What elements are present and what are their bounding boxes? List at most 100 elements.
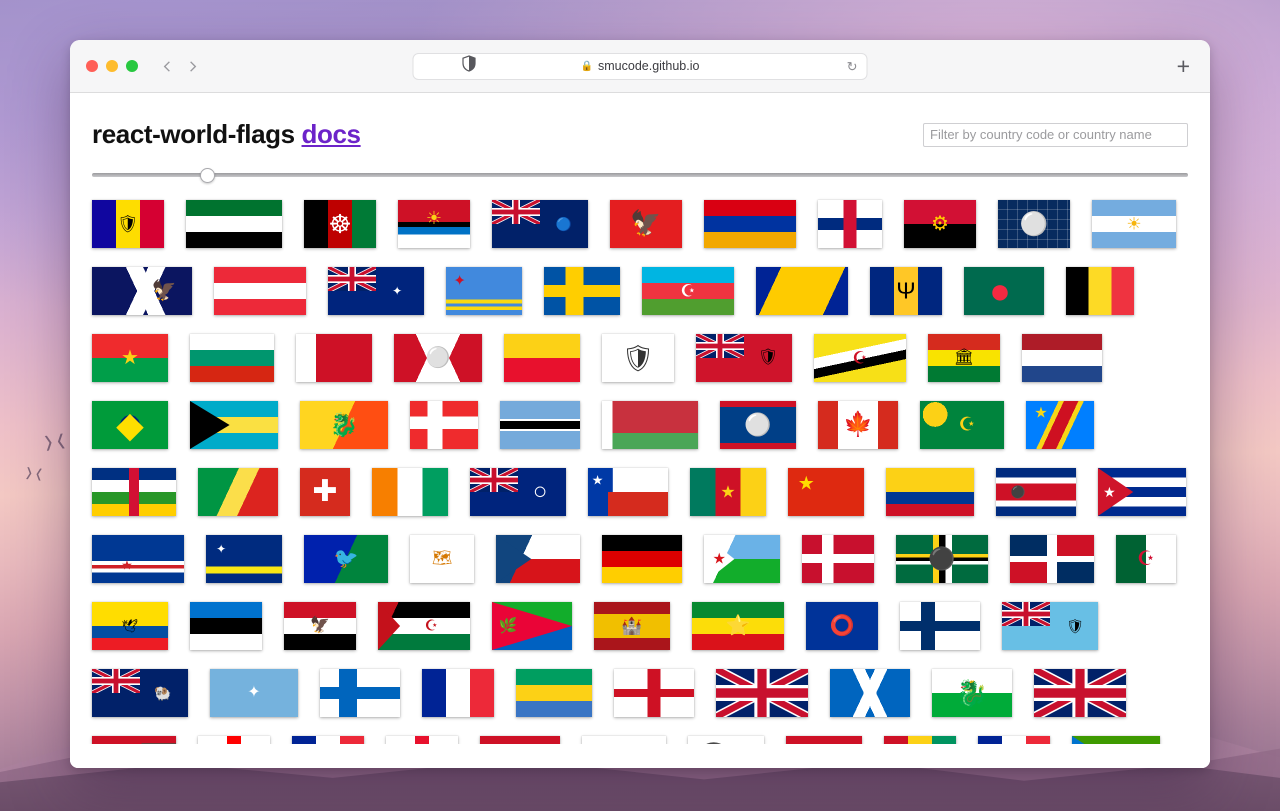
flag-ec[interactable]: 🕊 bbox=[92, 602, 168, 650]
navigation-buttons[interactable] bbox=[160, 59, 200, 74]
address-bar[interactable]: 🔒 smucode.github.io ↻ bbox=[412, 52, 868, 80]
flag-by[interactable] bbox=[602, 401, 698, 449]
flag-ai[interactable]: 🔵 bbox=[492, 200, 588, 248]
flag-es[interactable]: 🏰 bbox=[594, 602, 670, 650]
flag-gm[interactable] bbox=[786, 736, 862, 744]
flag-cf[interactable] bbox=[92, 468, 176, 516]
filter-input[interactable] bbox=[923, 122, 1188, 147]
flag-ca[interactable]: 🍁 bbox=[818, 401, 898, 449]
flag-co[interactable] bbox=[886, 468, 974, 516]
shield-icon[interactable] bbox=[461, 55, 477, 77]
flag-cz[interactable] bbox=[496, 535, 580, 583]
flag-cw[interactable]: ✦ bbox=[206, 535, 282, 583]
flag-gb-wls[interactable]: 🐉 bbox=[932, 669, 1012, 717]
flag-gp[interactable] bbox=[978, 736, 1050, 744]
flag-ae[interactable] bbox=[186, 200, 282, 248]
flag-ar[interactable]: ☀ bbox=[1092, 200, 1176, 248]
flag-br[interactable]: ◆ bbox=[92, 401, 168, 449]
flag-dm[interactable]: ⚫ bbox=[896, 535, 988, 583]
flag-fo[interactable] bbox=[320, 669, 400, 717]
flag-aw[interactable]: ✦ bbox=[446, 267, 522, 315]
window-controls[interactable] bbox=[86, 60, 138, 72]
forward-icon[interactable] bbox=[185, 59, 200, 74]
flag-ch[interactable]: ✚ bbox=[300, 468, 350, 516]
flag-gd[interactable]: ★ bbox=[92, 736, 176, 744]
minimize-window-button[interactable] bbox=[106, 60, 118, 72]
flag-ag[interactable]: ☀ bbox=[398, 200, 470, 248]
flag-bj[interactable] bbox=[504, 334, 580, 382]
flag-gq[interactable]: 🌳 bbox=[1072, 736, 1160, 744]
flag-af[interactable]: ☸ bbox=[304, 200, 376, 248]
flag-fk[interactable]: 🐏 bbox=[92, 669, 188, 717]
flag-gg[interactable]: ✚ bbox=[386, 736, 458, 744]
flag-cv[interactable]: ★ bbox=[92, 535, 184, 583]
flag-eg[interactable]: 🦅 bbox=[284, 602, 356, 650]
flag-ax[interactable] bbox=[544, 267, 620, 315]
flag-aq[interactable]: ⚪ bbox=[998, 200, 1070, 248]
flag-ee[interactable] bbox=[190, 602, 262, 650]
flag-bd[interactable]: ● bbox=[964, 267, 1044, 315]
flag-be[interactable] bbox=[1066, 267, 1134, 315]
back-icon[interactable] bbox=[160, 59, 175, 74]
flag-ba[interactable] bbox=[756, 267, 848, 315]
flag-ci[interactable] bbox=[372, 468, 448, 516]
flag-bs[interactable] bbox=[190, 401, 278, 449]
flag-bw[interactable] bbox=[500, 401, 580, 449]
flag-gf[interactable] bbox=[292, 736, 364, 744]
flag-eh[interactable]: ☪ bbox=[378, 602, 470, 650]
flag-bl[interactable]: 🛡 bbox=[602, 334, 674, 382]
flag-az[interactable]: ☪ bbox=[642, 267, 734, 315]
flag-cl[interactable]: ★ bbox=[588, 468, 668, 516]
flag-bm[interactable]: 🛡 bbox=[696, 334, 792, 382]
flag-at[interactable] bbox=[214, 267, 306, 315]
flag-gb[interactable] bbox=[716, 669, 808, 717]
flag-ge[interactable] bbox=[198, 736, 270, 744]
flag-cr[interactable]: ⚫ bbox=[996, 468, 1076, 516]
flag-cm[interactable]: ★ bbox=[690, 468, 766, 516]
flag-dj[interactable]: ★ bbox=[704, 535, 780, 583]
flag-bi[interactable]: ⚪ bbox=[394, 334, 482, 382]
flag-ck[interactable]: ○ bbox=[470, 468, 566, 516]
flag-an[interactable] bbox=[818, 200, 882, 248]
flag-ga[interactable] bbox=[516, 669, 592, 717]
flag-bg[interactable] bbox=[190, 334, 274, 382]
flag-size-slider[interactable] bbox=[92, 166, 1188, 184]
flag-cy[interactable]: 🗺 bbox=[410, 535, 474, 583]
flag-et[interactable]: ⭐ bbox=[692, 602, 784, 650]
flag-fm[interactable]: ✦ bbox=[210, 669, 298, 717]
flag-fj[interactable]: 🛡 bbox=[1002, 602, 1098, 650]
flag-bn[interactable]: ☪ bbox=[814, 334, 906, 382]
flag-bb[interactable]: Ψ bbox=[870, 267, 942, 315]
flag-gn[interactable] bbox=[884, 736, 956, 744]
flag-au[interactable]: ✦ bbox=[328, 267, 424, 315]
flag-cx[interactable]: 🐦 bbox=[304, 535, 388, 583]
flag-do[interactable] bbox=[1010, 535, 1094, 583]
flag-bv[interactable] bbox=[410, 401, 478, 449]
flag-as[interactable]: 🦅 bbox=[92, 267, 192, 315]
flag-er[interactable]: 🌿 bbox=[492, 602, 572, 650]
close-window-button[interactable] bbox=[86, 60, 98, 72]
flag-cd[interactable]: ★ bbox=[1026, 401, 1094, 449]
flag-gb-nir[interactable] bbox=[1034, 669, 1126, 717]
flag-al[interactable]: 🦅 bbox=[610, 200, 682, 248]
flag-dz[interactable]: ☪ bbox=[1116, 535, 1176, 583]
flag-bz[interactable]: ⚪ bbox=[720, 401, 796, 449]
flag-gl[interactable]: ⚫ bbox=[688, 736, 764, 744]
flag-cg[interactable] bbox=[198, 468, 278, 516]
flag-gb-eng[interactable] bbox=[614, 669, 694, 717]
flag-bf[interactable]: ★ bbox=[92, 334, 168, 382]
flag-gb-sct[interactable] bbox=[830, 669, 910, 717]
flag-dk[interactable] bbox=[802, 535, 874, 583]
flag-fi[interactable] bbox=[900, 602, 980, 650]
flag-bq[interactable] bbox=[1022, 334, 1102, 382]
flag-bt[interactable]: 🐉 bbox=[300, 401, 388, 449]
flag-ad[interactable]: 🛡 bbox=[92, 200, 164, 248]
flag-cc[interactable]: ☪ bbox=[920, 401, 1004, 449]
flag-de[interactable] bbox=[602, 535, 682, 583]
flag-am[interactable] bbox=[704, 200, 796, 248]
new-tab-button[interactable]: + bbox=[1177, 54, 1194, 78]
flag-bh[interactable] bbox=[296, 334, 372, 382]
flag-gh[interactable]: ★ bbox=[480, 736, 560, 744]
flag-fr[interactable] bbox=[422, 669, 494, 717]
zoom-window-button[interactable] bbox=[126, 60, 138, 72]
